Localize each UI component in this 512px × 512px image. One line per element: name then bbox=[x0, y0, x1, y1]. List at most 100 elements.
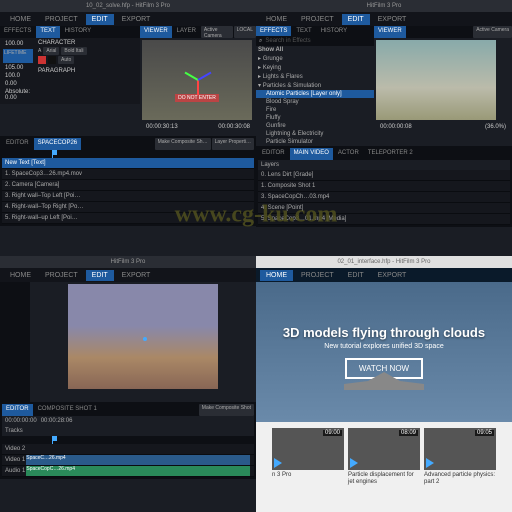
tab-edit[interactable]: EDIT bbox=[342, 14, 370, 25]
viewer-canvas[interactable] bbox=[376, 40, 496, 120]
comp-tab[interactable]: COMPOSITE SHOT 1 bbox=[34, 404, 101, 416]
layer-row[interactable]: 5. SpaceCop3…01.mp4 [Media] bbox=[258, 214, 510, 225]
ptab-history[interactable]: HISTORY bbox=[61, 26, 95, 38]
layer-row[interactable]: 4. Right-wall–Top Right [Po… bbox=[2, 202, 254, 213]
window-title: HitFilm 3 Pro bbox=[0, 256, 256, 268]
tab-home[interactable]: HOME bbox=[4, 14, 37, 25]
layer-row[interactable]: New Text [Text] bbox=[2, 158, 254, 169]
tree-root[interactable]: Show All bbox=[256, 46, 374, 54]
layer-row[interactable]: 1. Composite Shot 1 bbox=[258, 181, 510, 192]
window-title: HitFilm 3 Pro bbox=[256, 0, 512, 12]
comp-tab[interactable]: MAIN VIDEO bbox=[290, 148, 333, 160]
layer-props-btn[interactable]: Layer Properti… bbox=[212, 138, 254, 150]
window-title: 02_01_interface.hfp - HitFilm 3 Pro bbox=[256, 256, 512, 268]
font-select[interactable]: Arial bbox=[43, 47, 59, 55]
tree-item[interactable]: ▾ Particles & Simulation bbox=[256, 81, 374, 90]
tab-home[interactable]: HOME bbox=[4, 270, 37, 281]
make-comp-btn[interactable]: Make Composite Sh… bbox=[155, 138, 211, 150]
ptab-text[interactable]: TEXT bbox=[292, 26, 315, 36]
font-style-select[interactable]: Bold Itali bbox=[61, 47, 86, 55]
tab-export[interactable]: EXPORT bbox=[116, 14, 157, 25]
workspace-bottom-right: 02_01_interface.hfp - HitFilm 3 Pro HOME… bbox=[256, 256, 512, 512]
audio-clip[interactable]: SpaceCopC…26.mp4 bbox=[26, 466, 250, 476]
ptab-history[interactable]: HISTORY bbox=[317, 26, 351, 36]
timeline-ruler[interactable] bbox=[2, 150, 254, 158]
tab-edit[interactable]: EDIT bbox=[86, 14, 114, 25]
layer-row[interactable]: 3. Right wall–Top Left [Poi… bbox=[2, 191, 254, 202]
workspace-top-left: 10_02_solve.hfp - HitFilm 3 Pro HOME PRO… bbox=[0, 0, 256, 256]
tab-home[interactable]: HOME bbox=[260, 14, 293, 25]
local-toggle[interactable]: LOCAL bbox=[234, 26, 256, 38]
tab-export[interactable]: EXPORT bbox=[372, 270, 413, 281]
search-placeholder: Search in Effects bbox=[265, 38, 310, 44]
track-row[interactable]: Audio 1SpaceCopC…26.mp4 bbox=[2, 466, 254, 477]
tab-home[interactable]: HOME bbox=[260, 270, 293, 281]
thumbnail-image: 09:05 bbox=[424, 428, 496, 470]
playhead-icon[interactable] bbox=[52, 436, 57, 441]
make-comp-btn[interactable]: Make Composite Shot bbox=[199, 404, 254, 416]
editor-tab[interactable]: EDITOR bbox=[2, 404, 33, 416]
tree-item-selected[interactable]: Atomic Particles [Layer only] bbox=[256, 90, 374, 98]
tree-item[interactable]: Particle Simulator bbox=[256, 138, 374, 146]
viewer-canvas[interactable] bbox=[68, 284, 218, 389]
color-swatch-black[interactable] bbox=[48, 56, 56, 64]
tab-project[interactable]: PROJECT bbox=[39, 270, 84, 281]
workspace-bottom-left: HitFilm 3 Pro HOME PROJECT EDIT EXPORT E… bbox=[0, 256, 256, 512]
comp-tab-3[interactable]: TELEPORTER 2 bbox=[364, 148, 417, 160]
track-row[interactable]: Video 1SpaceC…26.mp4 bbox=[2, 455, 254, 466]
tree-item[interactable]: Blood Spray bbox=[256, 98, 374, 106]
timecode: 00:00:00:00 bbox=[5, 418, 37, 424]
track-row[interactable]: Video 2 bbox=[2, 444, 254, 455]
tree-item[interactable]: ▸ Keying bbox=[256, 63, 374, 72]
layer-row[interactable]: 2. Camera [Camera] bbox=[2, 180, 254, 191]
tree-item[interactable]: Fluffy bbox=[256, 114, 374, 122]
tab-edit[interactable]: EDIT bbox=[86, 270, 114, 281]
thumbnail-card[interactable]: 08:09 Particle displacement for jet engi… bbox=[348, 428, 420, 486]
ptab-viewer[interactable]: VIEWER bbox=[140, 26, 172, 38]
transport-bar: 00:00:30:13 00:00:30:08 bbox=[140, 122, 256, 132]
comp-tab-2[interactable]: ACTOR bbox=[334, 148, 363, 160]
thumbnail-card[interactable]: 09:05 Advanced particle physics: part 2 bbox=[424, 428, 496, 486]
comp-tab[interactable]: SPACECOP26 bbox=[34, 138, 82, 150]
tab-export[interactable]: EXPORT bbox=[116, 270, 157, 281]
tab-export[interactable]: EXPORT bbox=[372, 14, 413, 25]
ptab-layer[interactable]: LAYER bbox=[173, 26, 200, 38]
ptab-text[interactable]: TEXT bbox=[36, 26, 59, 38]
layer-row[interactable]: 5. Right-wall–up Left [Poi… bbox=[2, 213, 254, 224]
tab-project[interactable]: PROJECT bbox=[295, 270, 340, 281]
ptab-effects[interactable]: EFFECTS bbox=[256, 26, 291, 36]
layer-row[interactable]: 0. Lens Dirt [Grade] bbox=[258, 170, 510, 181]
tab-edit[interactable]: EDIT bbox=[342, 270, 370, 281]
main-nav: HOME PROJECT EDIT EXPORT bbox=[256, 268, 512, 282]
effects-search[interactable]: ⌕ Search in Effects bbox=[256, 36, 374, 46]
video-clip[interactable]: SpaceC…26.mp4 bbox=[26, 455, 250, 465]
tree-item[interactable]: Fire bbox=[256, 106, 374, 114]
active-camera-select[interactable]: Active Camera bbox=[201, 26, 233, 38]
tab-project[interactable]: PROJECT bbox=[295, 14, 340, 25]
tracker-point-icon[interactable] bbox=[143, 337, 147, 341]
clip-label: SpaceCopC…26.mp4 bbox=[26, 466, 75, 472]
color-swatch-red[interactable] bbox=[38, 56, 46, 64]
editor-tab[interactable]: EDITOR bbox=[2, 138, 33, 150]
playhead-icon[interactable] bbox=[52, 150, 57, 155]
layer-row[interactable]: 3. SpaceCopCh…03.mp4 bbox=[258, 192, 510, 203]
active-camera-select[interactable]: Active Camera bbox=[473, 26, 512, 38]
auto-btn[interactable]: Auto bbox=[58, 56, 74, 64]
tree-item[interactable]: Lightning & Electricity bbox=[256, 130, 374, 138]
tool-sidebar bbox=[0, 282, 30, 402]
layer-row[interactable]: 1. SpaceCop3…26.mp4.mov bbox=[2, 169, 254, 180]
transform-gizmo[interactable] bbox=[182, 65, 212, 95]
ptab-effects[interactable]: EFFECTS bbox=[0, 26, 35, 38]
ptab-viewer[interactable]: VIEWER bbox=[374, 26, 406, 38]
tab-project[interactable]: PROJECT bbox=[39, 14, 84, 25]
layer-row[interactable]: 4. Scene [Point] bbox=[258, 203, 510, 214]
timeline-ruler[interactable] bbox=[2, 436, 254, 444]
tree-item[interactable]: Gunfire bbox=[256, 122, 374, 130]
editor-tab[interactable]: EDITOR bbox=[258, 148, 289, 160]
tree-item[interactable]: ▸ Lights & Flares bbox=[256, 72, 374, 81]
tree-item[interactable]: ▸ Grunge bbox=[256, 54, 374, 63]
duration: 00:00:28:06 bbox=[41, 418, 73, 424]
lifetime-label[interactable]: LIFETIME bbox=[3, 49, 33, 63]
viewer-canvas[interactable]: DO NOT ENTER bbox=[142, 40, 252, 120]
thumbnail-card[interactable]: 09:00 n 3 Pro bbox=[272, 428, 344, 486]
